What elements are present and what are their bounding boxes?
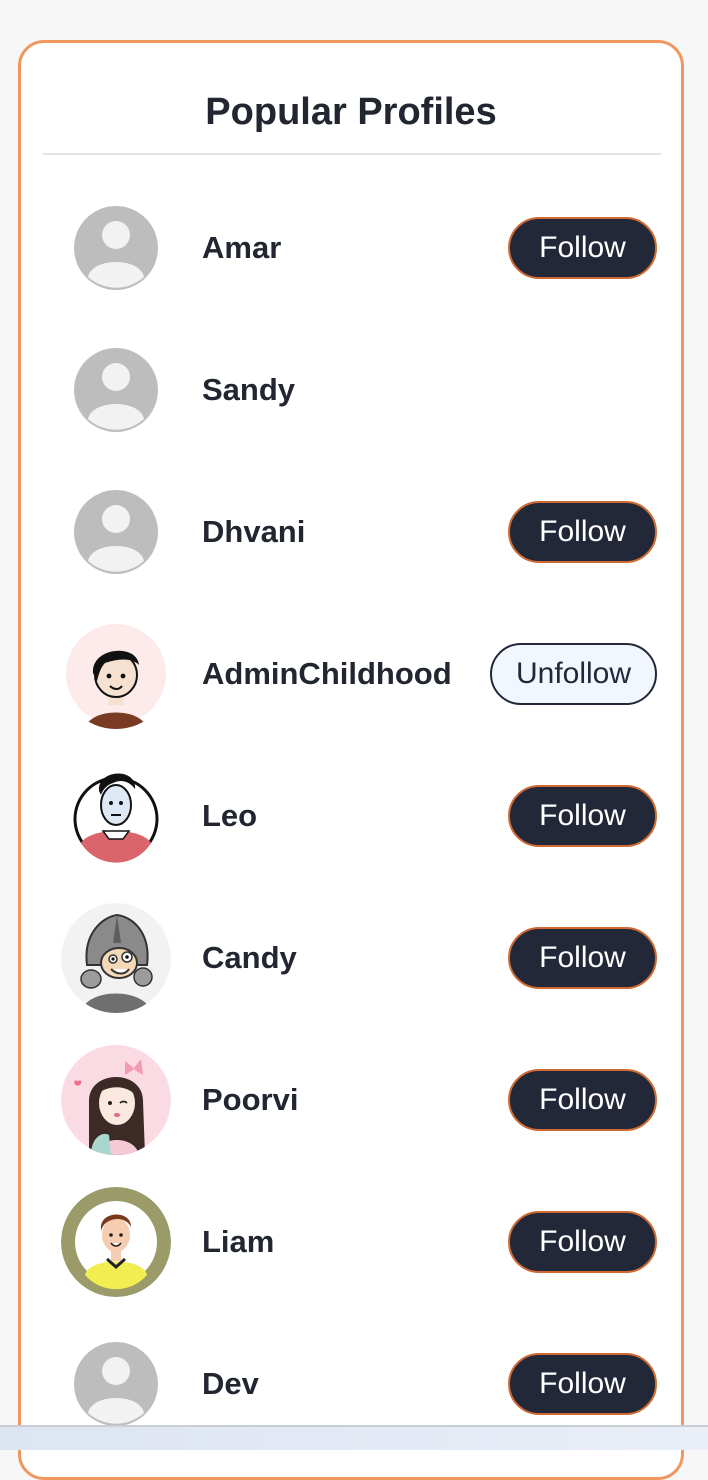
popular-profiles-panel: Popular Profiles Amar Follow Sandy Dhvan… xyxy=(18,40,684,1480)
profile-row: Leo Follow xyxy=(21,761,681,871)
default-avatar-icon xyxy=(61,477,171,587)
follow-button[interactable]: Follow xyxy=(508,785,657,847)
follow-button[interactable]: Follow xyxy=(508,1211,657,1273)
cartoon-sketch-avatar xyxy=(61,761,171,871)
profile-name[interactable]: Sandy xyxy=(202,371,295,409)
profile-name[interactable]: Poorvi xyxy=(202,1081,298,1119)
cartoon-boy-avatar xyxy=(61,619,171,729)
title-divider xyxy=(43,153,661,155)
profile-name[interactable]: Dhvani xyxy=(202,513,305,551)
follow-button[interactable]: Follow xyxy=(508,1353,657,1415)
profile-row: Candy Follow xyxy=(21,903,681,1013)
profile-name[interactable]: Candy xyxy=(202,939,297,977)
profile-row: AdminChildhood Unfollow xyxy=(21,619,681,729)
browser-bottom-bar xyxy=(0,1425,708,1450)
follow-button[interactable]: Follow xyxy=(508,1069,657,1131)
profile-name[interactable]: Dev xyxy=(202,1365,259,1403)
profile-row: Liam Follow xyxy=(21,1187,681,1297)
profile-row: Dhvani Follow xyxy=(21,477,681,587)
profile-row: Sandy xyxy=(21,335,681,445)
profile-row: Amar Follow xyxy=(21,193,681,303)
unfollow-button[interactable]: Unfollow xyxy=(490,643,657,705)
cartoon-man-avatar xyxy=(61,1187,171,1297)
follow-button[interactable]: Follow xyxy=(508,217,657,279)
profile-name[interactable]: Leo xyxy=(202,797,257,835)
profile-name[interactable]: Liam xyxy=(202,1223,274,1261)
follow-button[interactable]: Follow xyxy=(508,501,657,563)
profile-name[interactable]: Amar xyxy=(202,229,281,267)
follow-button[interactable]: Follow xyxy=(508,927,657,989)
default-avatar-icon xyxy=(61,193,171,303)
profile-row: Dev Follow xyxy=(21,1329,681,1439)
panel-title: Popular Profiles xyxy=(205,91,497,133)
profile-name[interactable]: AdminChildhood xyxy=(202,655,452,693)
default-avatar-icon xyxy=(61,335,171,445)
profile-row: Poorvi Follow xyxy=(21,1045,681,1155)
default-avatar-icon xyxy=(61,1329,171,1439)
cartoon-knight-avatar xyxy=(61,903,171,1013)
cartoon-girl-avatar xyxy=(61,1045,171,1155)
